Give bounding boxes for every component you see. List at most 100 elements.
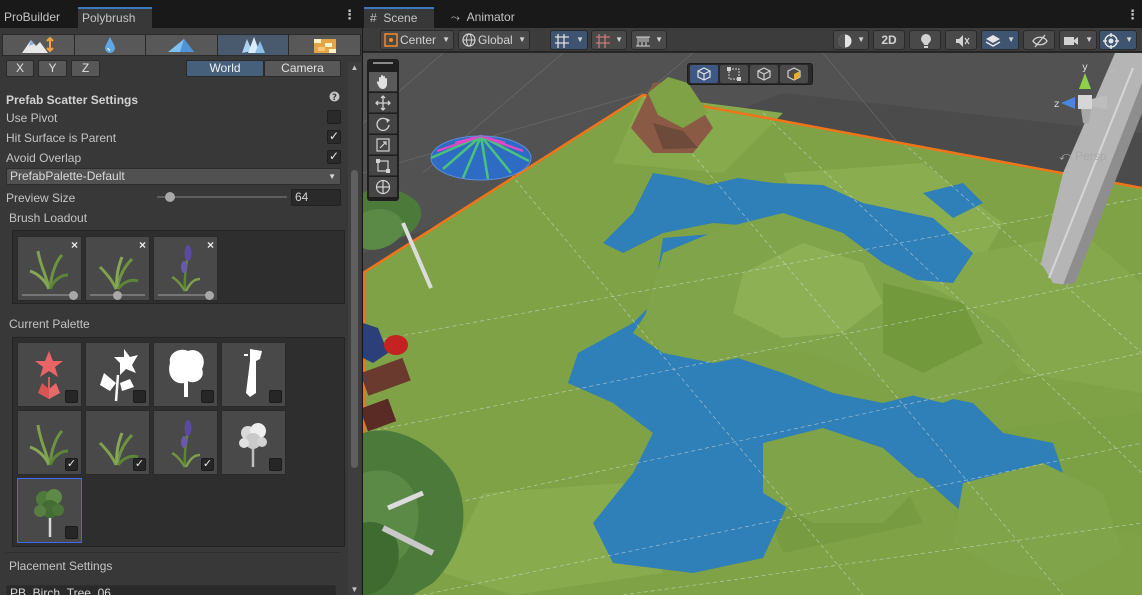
draw-mode-button[interactable]: ▼ bbox=[833, 30, 869, 50]
checkmark-icon: ✓ bbox=[329, 149, 340, 163]
palette-item-checkbox[interactable] bbox=[269, 390, 282, 403]
transform-tool[interactable] bbox=[369, 177, 397, 197]
loadout-item[interactable]: × bbox=[153, 236, 218, 301]
smooth-mode-button[interactable] bbox=[73, 34, 146, 56]
palette-item[interactable]: ✓ bbox=[85, 410, 150, 475]
scroll-up-icon[interactable]: ▲ bbox=[350, 64, 359, 72]
edge-select-button[interactable] bbox=[750, 65, 778, 83]
loadout-strength-knob[interactable] bbox=[205, 291, 214, 300]
palette-item-checkbox[interactable]: ✓ bbox=[201, 458, 214, 471]
object-select-button[interactable] bbox=[690, 65, 718, 83]
sculpt-icon bbox=[22, 36, 55, 53]
audio-toggle-button[interactable] bbox=[945, 30, 977, 50]
palette-item[interactable] bbox=[221, 342, 286, 407]
tab-probuilder[interactable]: ProBuilder bbox=[0, 7, 64, 28]
palette-item-selected[interactable] bbox=[17, 478, 82, 543]
scroll-down-icon[interactable]: ▼ bbox=[350, 586, 359, 594]
terrain-scene bbox=[363, 53, 1142, 595]
scene-visibility-button[interactable] bbox=[1023, 30, 1055, 50]
palette-item-checkbox[interactable]: ✓ bbox=[133, 458, 146, 471]
remove-item-icon[interactable]: × bbox=[207, 238, 214, 252]
left-tab-bar: ProBuilder Polybrush ⋮ bbox=[0, 0, 362, 28]
dropdown-arrow-icon: ▼ bbox=[518, 35, 526, 44]
avoid-overlap-toggle[interactable]: ✓ bbox=[327, 149, 341, 164]
pivot-mode-dropdown[interactable]: Center ▼ bbox=[380, 30, 454, 50]
move-tool[interactable] bbox=[369, 93, 397, 113]
palette-item-checkbox[interactable] bbox=[201, 390, 214, 403]
hand-tool[interactable] bbox=[369, 72, 397, 92]
tab-animator[interactable]: ⤳ Animator bbox=[449, 7, 519, 28]
loadout-strength-knob[interactable] bbox=[113, 291, 122, 300]
palette-item-checkbox[interactable] bbox=[65, 390, 78, 403]
persp-label-text: Persp bbox=[1075, 149, 1107, 163]
palette-item-checkbox[interactable] bbox=[269, 458, 282, 471]
help-icon[interactable]: ? bbox=[329, 91, 340, 102]
palette-item[interactable] bbox=[221, 410, 286, 475]
dropdown-arrow-icon: ▼ bbox=[328, 172, 336, 181]
inspector-scrollbar[interactable]: ▲ ▼ bbox=[348, 62, 361, 595]
vertex-select-button[interactable] bbox=[720, 65, 748, 83]
palette-item[interactable]: ✓ bbox=[153, 410, 218, 475]
loadout-item[interactable]: × bbox=[17, 236, 82, 301]
scatter-prefab-button[interactable] bbox=[216, 34, 289, 56]
tab-scene[interactable]: # Scene bbox=[364, 7, 434, 28]
paint-vertex-button[interactable] bbox=[145, 34, 217, 56]
texture-paint-button[interactable] bbox=[288, 34, 361, 56]
remove-item-icon[interactable]: × bbox=[139, 238, 146, 252]
loadout-strength-knob[interactable] bbox=[69, 291, 78, 300]
preview-size-field[interactable]: 64 bbox=[291, 189, 341, 206]
hit-surface-parent-toggle[interactable]: ✓ bbox=[327, 129, 341, 144]
loadout-item[interactable]: × bbox=[85, 236, 150, 301]
palette-item-checkbox[interactable]: ✓ bbox=[65, 458, 78, 471]
camera-settings-button[interactable]: ▼ bbox=[1059, 30, 1097, 50]
sculpt-mode-button[interactable] bbox=[2, 34, 74, 56]
dropdown-arrow-icon: ▼ bbox=[576, 35, 584, 44]
palette-dropdown[interactable]: PrefabPalette-Default ▼ bbox=[6, 168, 341, 185]
tab-scene-label: Scene bbox=[383, 11, 418, 25]
preview-size-slider-track[interactable] bbox=[157, 196, 287, 198]
remove-item-icon[interactable]: × bbox=[71, 238, 78, 252]
placement-prefab-field[interactable]: PB_Birch_Tree_06 bbox=[6, 585, 336, 595]
tab-polybrush[interactable]: Polybrush bbox=[78, 7, 152, 28]
rotate-tool[interactable] bbox=[369, 114, 397, 134]
orientation-gizmo[interactable]: y z 🔒︎ bbox=[1051, 59, 1121, 149]
space-camera-button[interactable]: Camera bbox=[264, 60, 341, 77]
face-select-button[interactable] bbox=[780, 65, 808, 83]
perspective-label[interactable]: ⤺ Persp bbox=[1059, 149, 1107, 164]
brush-mode-toolbar bbox=[2, 34, 361, 58]
dropdown-arrow-icon: ▼ bbox=[1007, 35, 1015, 44]
axis-y-button[interactable]: Y bbox=[38, 60, 67, 77]
scroll-thumb[interactable] bbox=[351, 170, 358, 468]
lighting-toggle-button[interactable] bbox=[909, 30, 941, 50]
kebab-menu-icon[interactable]: ⋮ bbox=[1126, 8, 1139, 22]
palette-item[interactable] bbox=[85, 342, 150, 407]
use-pivot-toggle[interactable] bbox=[327, 110, 341, 124]
scene-viewport[interactable]: y z 🔒︎ ⤺ Persp bbox=[363, 53, 1142, 595]
axis-x-button[interactable]: X bbox=[6, 60, 34, 77]
rect-tool[interactable] bbox=[369, 156, 397, 176]
align-snap-button[interactable]: ▼ bbox=[631, 30, 667, 50]
palette-item[interactable]: ✓ bbox=[17, 410, 82, 475]
axis-z-button[interactable]: Z bbox=[71, 60, 100, 77]
increment-snap-button[interactable]: ▼ bbox=[591, 30, 627, 50]
space-world-button[interactable]: World bbox=[186, 60, 264, 77]
grid-snap-button[interactable]: ▼ bbox=[550, 30, 588, 50]
view-tools-panel bbox=[367, 59, 399, 201]
panel-grip[interactable] bbox=[373, 62, 393, 64]
palette-item[interactable] bbox=[153, 342, 218, 407]
palette-item-checkbox[interactable] bbox=[65, 526, 78, 539]
palette-item[interactable] bbox=[17, 342, 82, 407]
lighting-icon bbox=[921, 34, 931, 48]
scale-tool[interactable] bbox=[369, 135, 397, 155]
preview-size-label: Preview Size bbox=[6, 191, 76, 205]
effects-dropdown-button[interactable]: ▼ bbox=[981, 30, 1019, 50]
palette-item-checkbox[interactable] bbox=[133, 390, 146, 403]
pivot-rotation-dropdown[interactable]: Global ▼ bbox=[458, 30, 530, 50]
preview-size-slider-thumb[interactable] bbox=[165, 192, 175, 202]
dropdown-arrow-icon: ▼ bbox=[1085, 35, 1093, 44]
ruler-icon bbox=[636, 36, 650, 47]
lock-icon[interactable]: 🔒︎ bbox=[1110, 65, 1115, 76]
toggle-2d-button[interactable]: 2D bbox=[873, 30, 905, 50]
gizmos-dropdown-button[interactable]: ▼ bbox=[1099, 30, 1137, 50]
kebab-menu-icon[interactable]: ⋮ bbox=[343, 8, 356, 22]
